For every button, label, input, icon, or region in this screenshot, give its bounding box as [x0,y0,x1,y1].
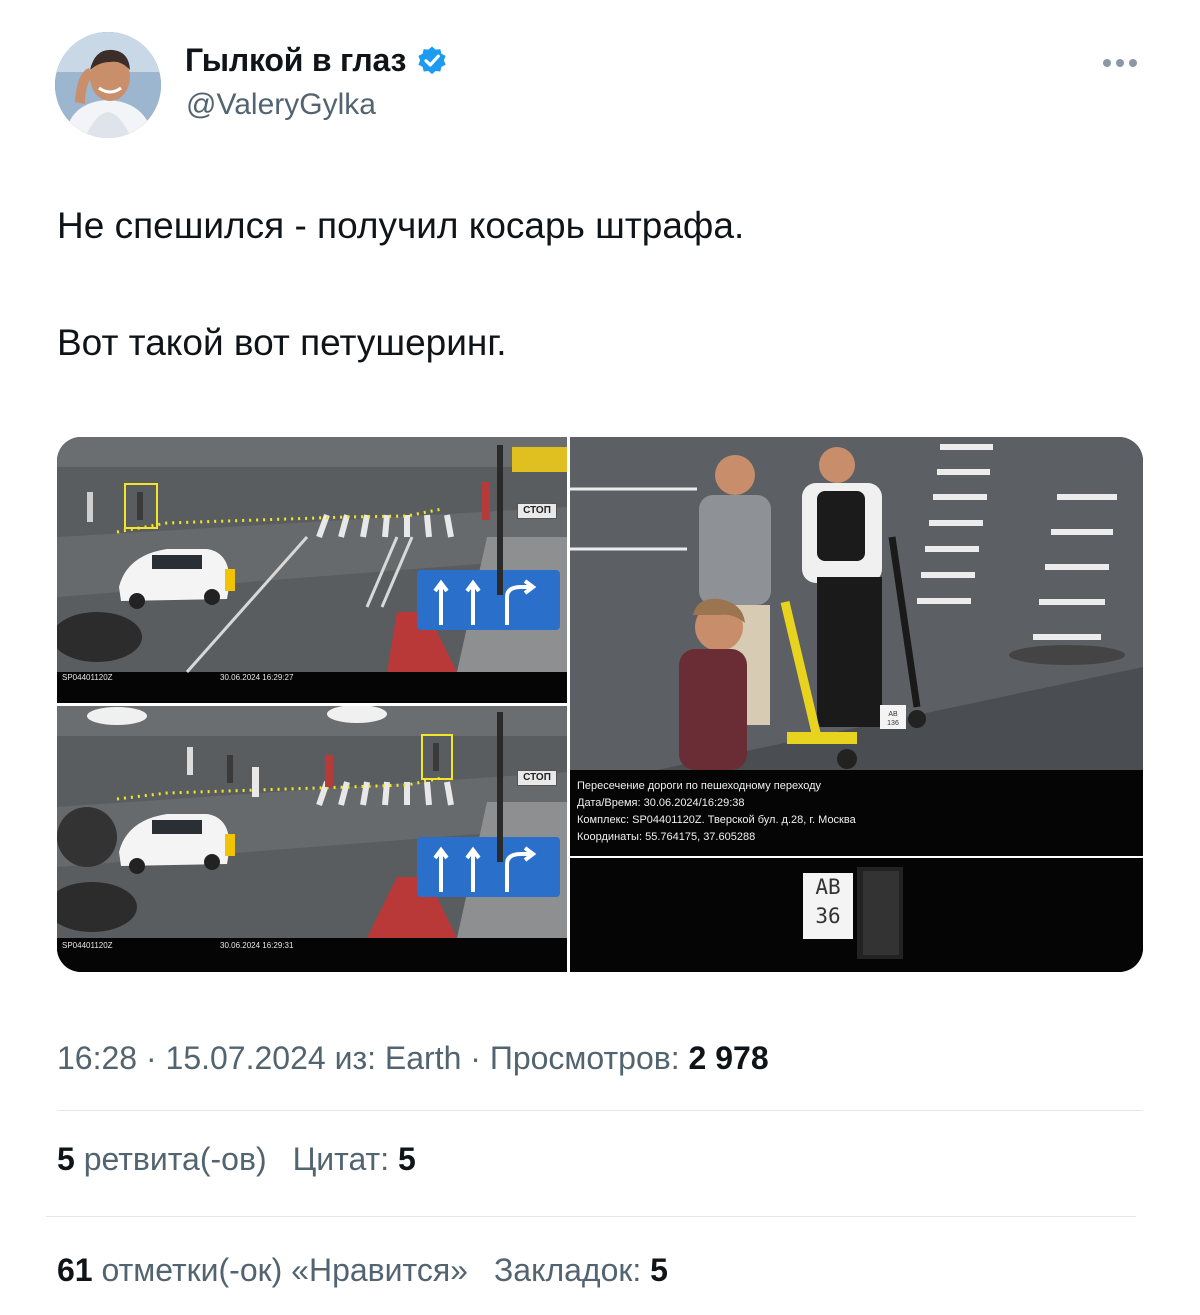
engagement-row-1: 5 ретвита(-ов) Цитат: 5 [57,1141,442,1178]
tweet-media[interactable]: АВ 136 СТОП СТОП SP04401120Z 30.06.2024 … [57,437,1143,972]
tweet-meta: 16:28 · 15.07.2024 из: Earth · Просмотро… [57,1040,769,1077]
stop-sign: СТОП [517,770,557,786]
timestamp-caption: 30.06.2024 16:29:31 [220,941,294,950]
avatar[interactable] [55,32,161,138]
divider [46,1216,1136,1217]
svg-text:АВ: АВ [888,711,898,718]
likes-stat[interactable]: 61 отметки(-ок) «Нравится» [57,1252,468,1289]
quotes-stat[interactable]: Цитат: 5 [293,1141,416,1178]
author-handle[interactable]: @ValeryGylka [186,88,376,122]
tweet-text-line: Вот такой вот петушеринг. [57,322,507,363]
separator: · [137,1040,166,1076]
tweet-time[interactable]: 16:28 [57,1040,137,1076]
avatar-photo-icon [55,32,161,138]
tweet-source: Earth [384,1040,462,1076]
violation-type: Пересечение дороги по пешеходному перехо… [577,780,821,792]
tweet-text-line: Не спешился - получил косарь штрафа. [57,205,745,246]
svg-text:136: 136 [887,720,899,727]
camera-frame-closeup: АВ 136 [570,437,1143,972]
views-label: Просмотров: [489,1040,689,1076]
violation-coordinates: Координаты: 55.764175, 37.605288 [577,831,756,843]
likes-label: отметки(-ок) «Нравится» [92,1252,468,1288]
camera-id-caption: SP04401120Z [62,941,113,950]
verified-badge-icon[interactable] [416,45,448,77]
separator: · [461,1040,490,1076]
source-label: из: [325,1040,385,1076]
more-dot-icon [1116,59,1124,67]
stop-sign: СТОП [517,503,557,519]
retweets-label: ретвита(-ов) [74,1141,267,1177]
media-photo-collage: АВ 136 [57,437,1143,972]
bookmarks-count: 5 [650,1252,668,1288]
engagement-row-2: 61 отметки(-ок) «Нравится» Закладок: 5 [57,1252,694,1289]
bookmarks-stat[interactable]: Закладок: 5 [494,1252,668,1289]
more-options-button[interactable] [1095,48,1145,78]
violation-complex: Комплекс: SP04401120Z. Тверской бул. д.2… [577,814,856,826]
retweets-stat[interactable]: 5 ретвита(-ов) [57,1141,267,1178]
likes-count: 61 [57,1252,93,1288]
violation-datetime: Дата/Время: 30.06.2024/16:29:38 [577,797,745,809]
camera-id-caption: SP04401120Z [62,673,113,682]
camera-frame-1 [57,437,567,703]
display-name[interactable]: Гылкой в глаз [185,42,406,79]
timestamp-caption: 30.06.2024 16:29:27 [220,673,294,682]
divider [57,1110,1143,1111]
more-dot-icon [1129,59,1137,67]
tweet-date[interactable]: 15.07.2024 [166,1040,326,1076]
views-count[interactable]: 2 978 [689,1040,769,1076]
camera-frame-2 [57,705,567,972]
bookmarks-label: Закладок: [493,1252,651,1288]
more-dot-icon [1103,59,1111,67]
retweets-count: 5 [57,1141,75,1177]
quotes-label: Цитат: [292,1141,398,1177]
quotes-count: 5 [397,1141,416,1177]
license-plate-crop: АВ 36 [803,873,853,939]
